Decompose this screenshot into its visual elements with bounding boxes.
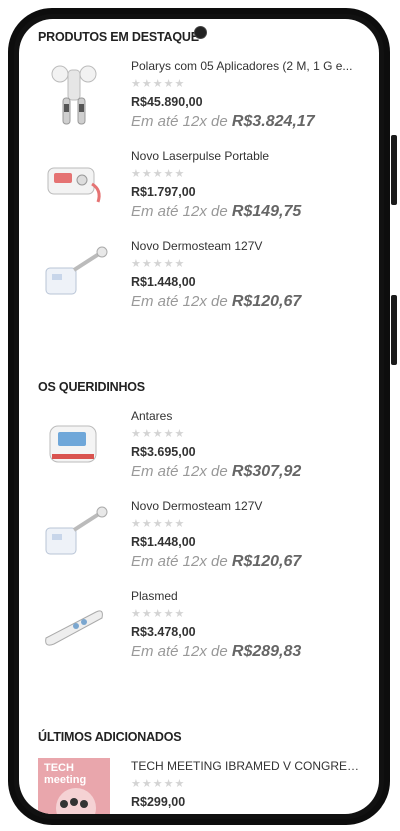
installment-info: Em até 12x de R$289,83 <box>131 643 366 661</box>
installment-prefix: Em até 12x de <box>131 113 228 130</box>
product-name[interactable]: Novo Dermosteam 127V <box>131 238 363 254</box>
laserpulse-device-icon <box>47 167 101 203</box>
phone-power-button <box>391 295 397 365</box>
product-image[interactable] <box>38 148 110 220</box>
product-item-dermosteam[interactable]: Novo Dermosteam 127V ★★★★★ R$1.448,00 Em… <box>38 238 368 326</box>
installment-info: Em até 12x de R$149,75 <box>131 203 366 221</box>
product-name[interactable]: TECH MEETING IBRAMED V CONGRESSO ... <box>131 758 363 774</box>
phone-volume-button <box>391 135 397 205</box>
rating-stars-icon: ★★★★★ <box>131 608 186 620</box>
product-name[interactable]: Antares <box>131 408 363 424</box>
installment-value: R$3.824,17 <box>231 113 315 130</box>
installment-prefix: Em até 12x de <box>131 203 228 220</box>
plasmed-device-icon <box>45 610 103 646</box>
product-image[interactable]: TECH meeting <box>38 758 110 814</box>
rating-stars-icon: ★★★★★ <box>131 778 186 790</box>
installment-info: Em até 12x de R$120,67 <box>131 553 366 571</box>
screen[interactable]: PRODUTOS EM DESTAQUE Polarys com 05 Apli… <box>19 19 379 814</box>
section-title: PRODUTOS EM DESTAQUE <box>38 30 199 44</box>
installment-prefix: Em até 12x de <box>131 553 228 570</box>
product-price: R$1.448,00 <box>131 275 196 289</box>
installment-prefix: Em até 12x de <box>131 293 228 310</box>
product-price: R$1.448,00 <box>131 535 196 549</box>
dermosteam-device-icon <box>45 246 108 295</box>
installment-value: R$149,75 <box>231 203 302 220</box>
product-image[interactable] <box>38 58 110 130</box>
installment-value: R$120,67 <box>231 553 302 570</box>
installment-info: Em até 12x de R$307,92 <box>131 463 366 481</box>
section-title: OS QUERIDINHOS <box>38 380 145 394</box>
rating-stars-icon: ★★★★★ <box>131 428 186 440</box>
rating-stars-icon: ★★★★★ <box>131 258 186 270</box>
product-name[interactable]: Plasmed <box>131 588 363 604</box>
product-name[interactable]: Novo Laserpulse Portable <box>131 148 363 164</box>
rating-stars-icon: ★★★★★ <box>131 518 186 530</box>
installment-info: Em até 12x de R$120,67 <box>131 293 366 311</box>
tech-meeting-banner-text: TECH meeting <box>44 762 87 786</box>
product-price: R$3.695,00 <box>131 445 196 459</box>
product-image[interactable] <box>38 588 110 660</box>
product-image[interactable] <box>38 238 110 310</box>
product-image[interactable] <box>38 498 110 570</box>
product-price: R$299,00 <box>131 795 186 809</box>
rating-stars-icon: ★★★★★ <box>131 168 186 180</box>
section-title: ÚLTIMOS ADICIONADOS <box>38 730 182 744</box>
rating-stars-icon: ★★★★★ <box>131 78 186 90</box>
antares-device-icon <box>49 425 97 463</box>
product-item-plasmed[interactable]: Plasmed ★★★★★ R$3.478,00 Em até 12x de R… <box>38 588 368 676</box>
product-price: R$45.890,00 <box>131 95 203 109</box>
polarys-device-icon <box>51 65 97 125</box>
product-item-antares[interactable]: Antares ★★★★★ R$3.695,00 Em até 12x de R… <box>38 408 368 496</box>
product-item-polarys[interactable]: Polarys com 05 Aplicadores (2 M, 1 G e..… <box>38 58 368 146</box>
installment-value: R$120,67 <box>231 293 302 310</box>
product-image[interactable] <box>38 408 110 480</box>
product-name[interactable]: Polarys com 05 Aplicadores (2 M, 1 G e..… <box>131 58 363 74</box>
front-camera-icon <box>195 27 206 38</box>
installment-prefix: Em até 12x de <box>131 463 228 480</box>
product-price: R$1.797,00 <box>131 185 196 199</box>
installment-info: Em até 12x de R$3.824,17 <box>131 113 366 131</box>
installment-value: R$307,92 <box>231 463 302 480</box>
dermosteam-device-icon <box>45 506 108 555</box>
installment-value: R$289,83 <box>231 643 302 660</box>
product-name[interactable]: Novo Dermosteam 127V <box>131 498 363 514</box>
product-item-laserpulse[interactable]: Novo Laserpulse Portable ★★★★★ R$1.797,0… <box>38 148 368 236</box>
product-item-dermosteam[interactable]: Novo Dermosteam 127V ★★★★★ R$1.448,00 Em… <box>38 498 368 586</box>
installment-prefix: Em até 12x de <box>131 643 228 660</box>
product-item-tech-meeting[interactable]: TECH meeting TECH MEETING IBRAMED V CONG… <box>38 758 368 814</box>
product-price: R$3.478,00 <box>131 625 196 639</box>
